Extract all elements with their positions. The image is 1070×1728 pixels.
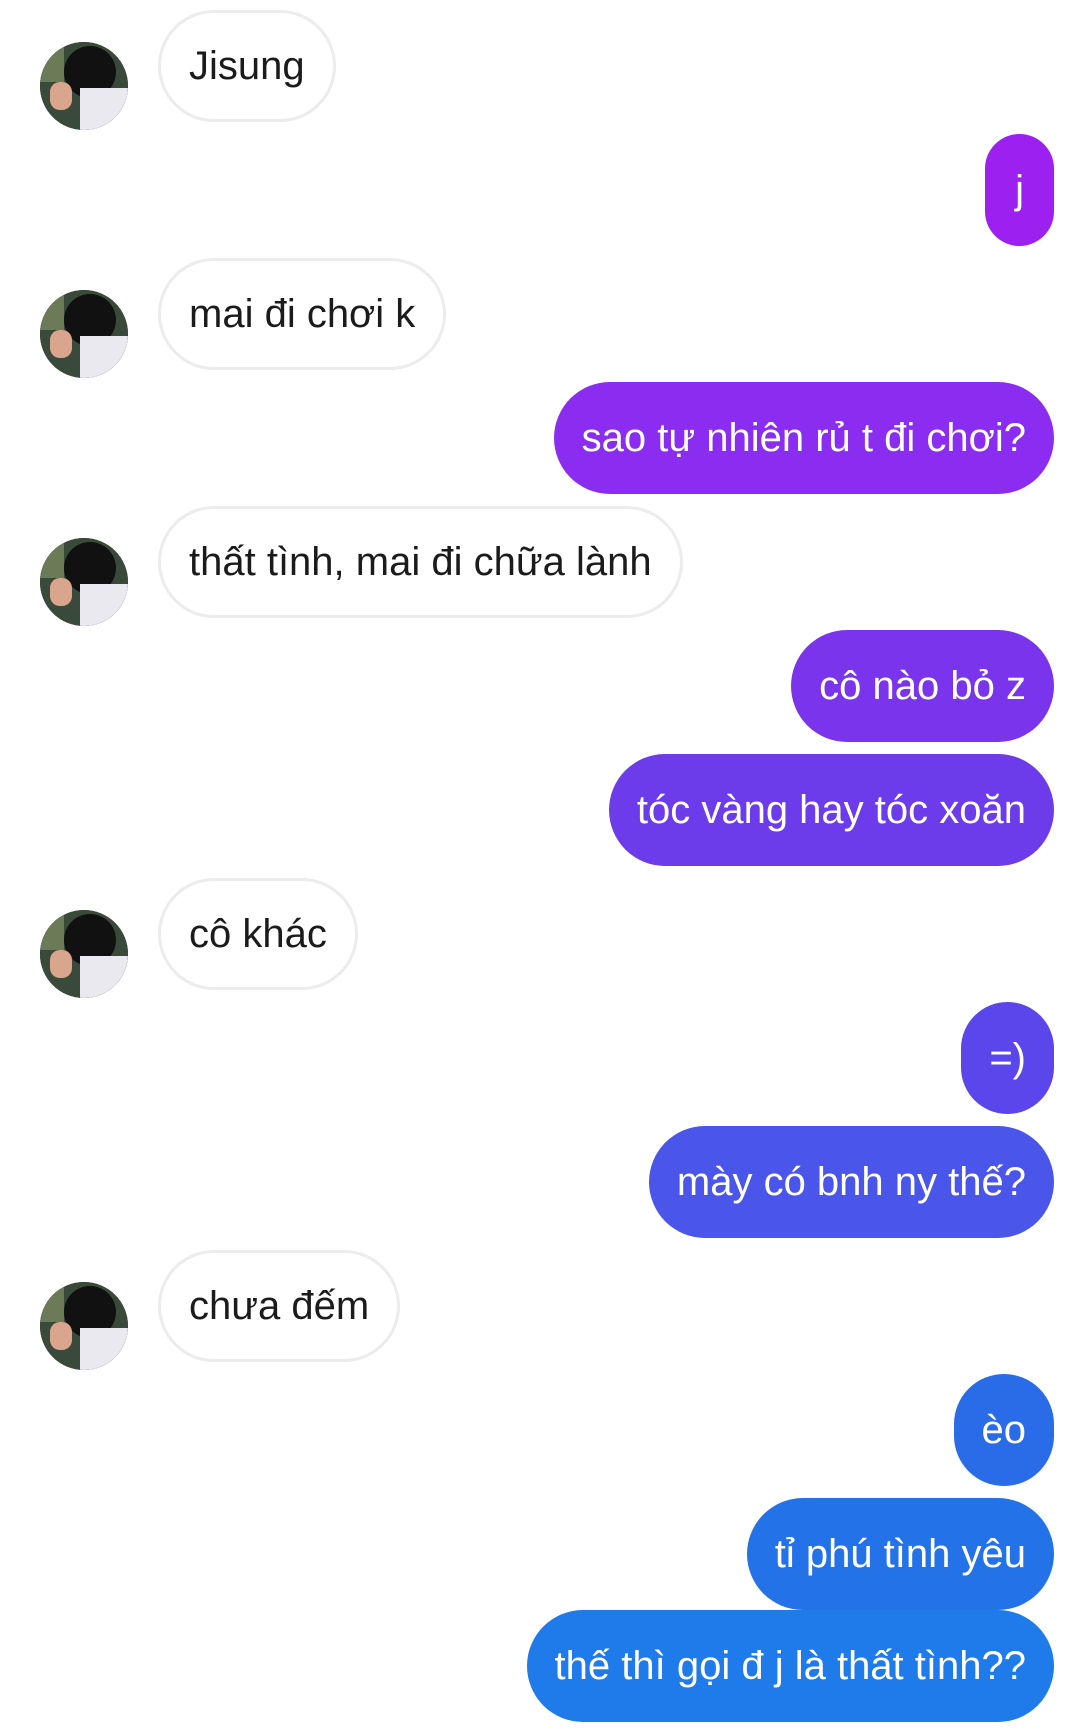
- message-bubble-sent[interactable]: =): [961, 1002, 1054, 1114]
- message-bubble-sent[interactable]: cô nào bỏ z: [791, 630, 1054, 742]
- message-bubble-received[interactable]: mai đi chơi k: [158, 258, 447, 370]
- message-text: cô khác: [189, 912, 327, 956]
- message-text: Jisung: [189, 44, 305, 88]
- message-text: chưa đếm: [189, 1284, 370, 1328]
- message-bubble-received[interactable]: cô khác: [158, 878, 358, 990]
- message-bubble-received[interactable]: chưa đếm: [158, 1250, 401, 1362]
- contact-avatar[interactable]: [40, 1282, 128, 1370]
- message-bubble-sent[interactable]: tóc vàng hay tóc xoăn: [608, 754, 1054, 866]
- message-text: mày có bnh ny thế?: [676, 1160, 1026, 1204]
- message-bubble-sent[interactable]: èo: [953, 1374, 1054, 1486]
- message-text: thất tình, mai đi chữa lành: [189, 540, 652, 584]
- message-text: =): [989, 1036, 1026, 1080]
- message-text: tóc vàng hay tóc xoăn: [636, 788, 1026, 832]
- contact-avatar[interactable]: [40, 910, 128, 998]
- message-text: tỉ phú tình yêu: [774, 1532, 1026, 1576]
- message-text: èo: [981, 1408, 1027, 1452]
- message-text: cô nào bỏ z: [819, 664, 1026, 708]
- message-text: thế thì gọi đ j là thất tình??: [554, 1644, 1026, 1688]
- message-bubble-sent[interactable]: tỉ phú tình yêu: [746, 1498, 1054, 1610]
- message-bubble-sent[interactable]: mày có bnh ny thế?: [648, 1126, 1054, 1238]
- message-bubble-received[interactable]: thất tình, mai đi chữa lành: [158, 506, 683, 618]
- message-thread: Jisung j mai đi chơi k sao tự nhiên rủ t…: [0, 0, 1070, 1728]
- message-text: j: [1015, 168, 1024, 212]
- contact-avatar[interactable]: [40, 290, 128, 378]
- message-bubble-sent[interactable]: sao tự nhiên rủ t đi chơi?: [553, 382, 1054, 494]
- contact-avatar[interactable]: [40, 42, 128, 130]
- message-text: mai đi chơi k: [189, 292, 416, 336]
- message-bubble-sent[interactable]: j: [985, 134, 1054, 246]
- message-text: sao tự nhiên rủ t đi chơi?: [581, 416, 1026, 460]
- contact-avatar[interactable]: [40, 538, 128, 626]
- message-bubble-received[interactable]: Jisung: [158, 10, 336, 122]
- message-bubble-sent[interactable]: thế thì gọi đ j là thất tình??: [526, 1610, 1054, 1722]
